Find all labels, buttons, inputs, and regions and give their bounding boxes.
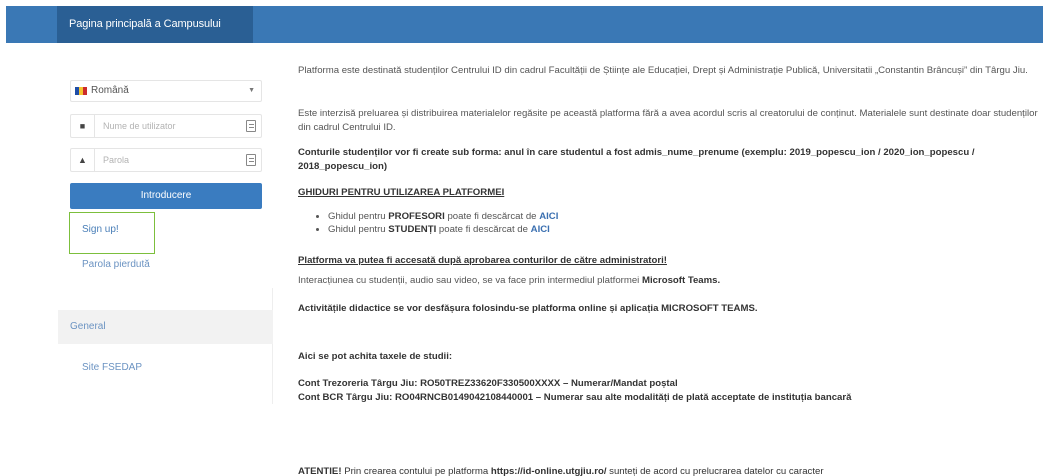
access-note: Platforma va putea fi accesată după apro… bbox=[298, 255, 667, 266]
chevron-down-icon: ▼ bbox=[248, 87, 255, 94]
intro-paragraph: Platforma este destinată studenților Cen… bbox=[298, 65, 1028, 76]
guides-list: Ghidul pentru PROFESORI poate fi descărc… bbox=[316, 210, 558, 236]
user-icon: ■ bbox=[71, 115, 95, 137]
attention-paragraph: ATENTIE! Prin crearea contului pe platfo… bbox=[298, 466, 824, 476]
guide-item-professors: Ghidul pentru PROFESORI poate fi descărc… bbox=[328, 210, 558, 223]
signup-link[interactable]: Sign up! bbox=[82, 224, 119, 235]
language-select[interactable]: Română ▼ bbox=[70, 80, 262, 102]
guide-students-link[interactable]: AICI bbox=[531, 224, 550, 235]
login-button[interactable]: Introducere bbox=[70, 183, 262, 209]
login-card: Română ▼ ■ Nume de utilizator ▲ Parola I… bbox=[58, 58, 273, 288]
copyright-paragraph: Este interzisă preluarea și distribuirea… bbox=[298, 108, 1038, 133]
top-navbar: Pagina principală a Campusului bbox=[0, 0, 1049, 43]
bcr-account: Cont BCR Târgu Jiu: RO04RNCB014904210844… bbox=[298, 392, 852, 403]
site-fsedap-link[interactable]: Site FSEDAP bbox=[82, 362, 142, 373]
activities-paragraph: Activitățile didactice se vor desfășura … bbox=[298, 303, 758, 314]
fees-heading: Aici se pot achita taxele de studii: bbox=[298, 351, 453, 362]
password-placeholder: Parola bbox=[103, 155, 130, 165]
sidebar: Română ▼ ■ Nume de utilizator ▲ Parola I… bbox=[58, 58, 273, 404]
username-field[interactable]: ■ Nume de utilizator bbox=[70, 114, 262, 138]
forgot-password-link[interactable]: Parola pierdută bbox=[82, 259, 150, 270]
interaction-paragraph: Interacțiunea cu studenții, audio sau vi… bbox=[298, 275, 721, 286]
guide-professors-link[interactable]: AICI bbox=[539, 211, 558, 222]
home-tab[interactable]: Pagina principală a Campusului bbox=[57, 6, 253, 43]
lock-icon: ▲ bbox=[71, 149, 95, 171]
keyboard-icon[interactable] bbox=[246, 154, 256, 166]
guide-item-students: Ghidul pentru STUDENȚI poate fi descărca… bbox=[328, 223, 558, 236]
general-block-heading[interactable]: General bbox=[58, 310, 273, 344]
username-placeholder: Nume de utilizator bbox=[103, 121, 176, 131]
platform-url-link[interactable]: https://id-online.utgjiu.ro/ bbox=[491, 466, 607, 476]
treasury-account: Cont Trezoreria Târgu Jiu: RO50TREZ33620… bbox=[298, 378, 678, 389]
romania-flag-icon bbox=[75, 87, 87, 95]
password-field[interactable]: ▲ Parola bbox=[70, 148, 262, 172]
keyboard-icon[interactable] bbox=[246, 120, 256, 132]
guides-heading: GHIDURI PENTRU UTILIZAREA PLATFORMEI bbox=[298, 187, 505, 198]
language-value: Română bbox=[91, 85, 129, 96]
account-format-paragraph: Conturile studenților vor fi create sub … bbox=[298, 147, 975, 172]
